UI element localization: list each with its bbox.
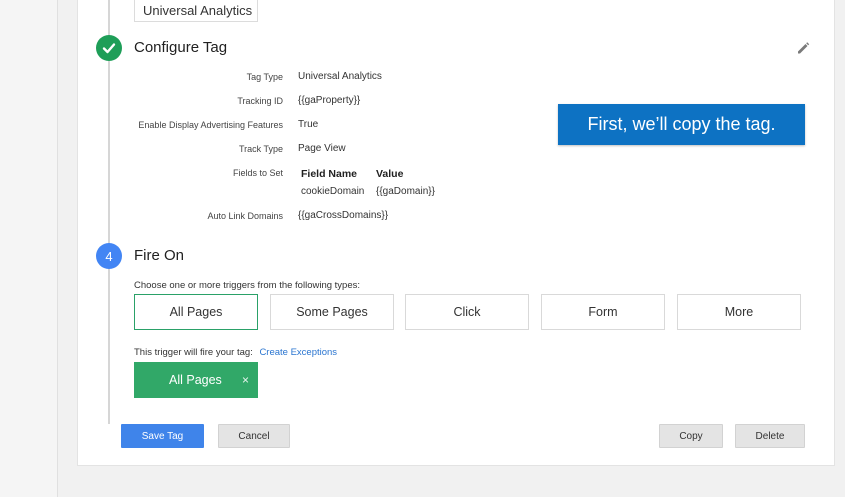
track-type-value: Page View — [298, 143, 346, 154]
left-rail — [0, 0, 58, 497]
trigger-some-pages-button[interactable]: Some Pages — [270, 294, 394, 330]
will-fire-line: This trigger will fire your tag: Create … — [134, 347, 337, 358]
display-advertising-value: True — [298, 119, 319, 130]
copy-button[interactable]: Copy — [659, 424, 723, 448]
will-fire-text: This trigger will fire your tag: — [134, 347, 253, 358]
selected-trigger-chip[interactable]: All Pages × — [134, 362, 258, 398]
close-icon[interactable]: × — [242, 373, 249, 387]
fire-on-title: Fire On — [134, 247, 185, 264]
trigger-more-button[interactable]: More — [677, 294, 801, 330]
field-value-header: Value — [376, 168, 404, 180]
tag-type-value: Universal Analytics — [298, 71, 382, 82]
field-value-cell: {{gaDomain}} — [376, 186, 435, 197]
create-exceptions-link[interactable]: Create Exceptions — [259, 347, 337, 358]
auto-link-domains-value: {{gaCrossDomains}} — [298, 210, 389, 221]
choose-triggers-text: Choose one or more triggers from the fol… — [134, 280, 360, 291]
fields-to-set-label: Fields to Set — [232, 168, 283, 178]
delete-button[interactable]: Delete — [735, 424, 805, 448]
cancel-button[interactable]: Cancel — [218, 424, 290, 448]
pencil-edit-icon[interactable] — [796, 41, 810, 55]
step-connector-line — [108, 0, 110, 424]
display-advertising-label: Enable Display Advertising Features — [138, 120, 283, 130]
tracking-id-value: {{gaProperty}} — [298, 95, 361, 106]
tracking-id-label: Tracking ID — [237, 96, 283, 106]
field-name-cell: cookieDomain — [301, 186, 365, 197]
field-name-header: Field Name — [301, 168, 358, 180]
auto-link-domains-label: Auto Link Domains — [207, 211, 283, 221]
trigger-form-button[interactable]: Form — [541, 294, 665, 330]
previous-step-value: Universal Analytics — [134, 0, 258, 22]
chip-label: All Pages — [169, 373, 222, 387]
trigger-all-pages-button[interactable]: All Pages — [134, 294, 258, 330]
tag-type-label: Tag Type — [246, 72, 283, 82]
step-complete-icon — [96, 35, 122, 61]
step-number-badge: 4 — [96, 243, 122, 269]
configure-tag-title: Configure Tag — [134, 39, 228, 56]
trigger-click-button[interactable]: Click — [405, 294, 529, 330]
save-tag-button[interactable]: Save Tag — [121, 424, 204, 448]
track-type-label: Track Type — [238, 144, 283, 154]
tutorial-callout: First, we’ll copy the tag. — [558, 104, 805, 145]
